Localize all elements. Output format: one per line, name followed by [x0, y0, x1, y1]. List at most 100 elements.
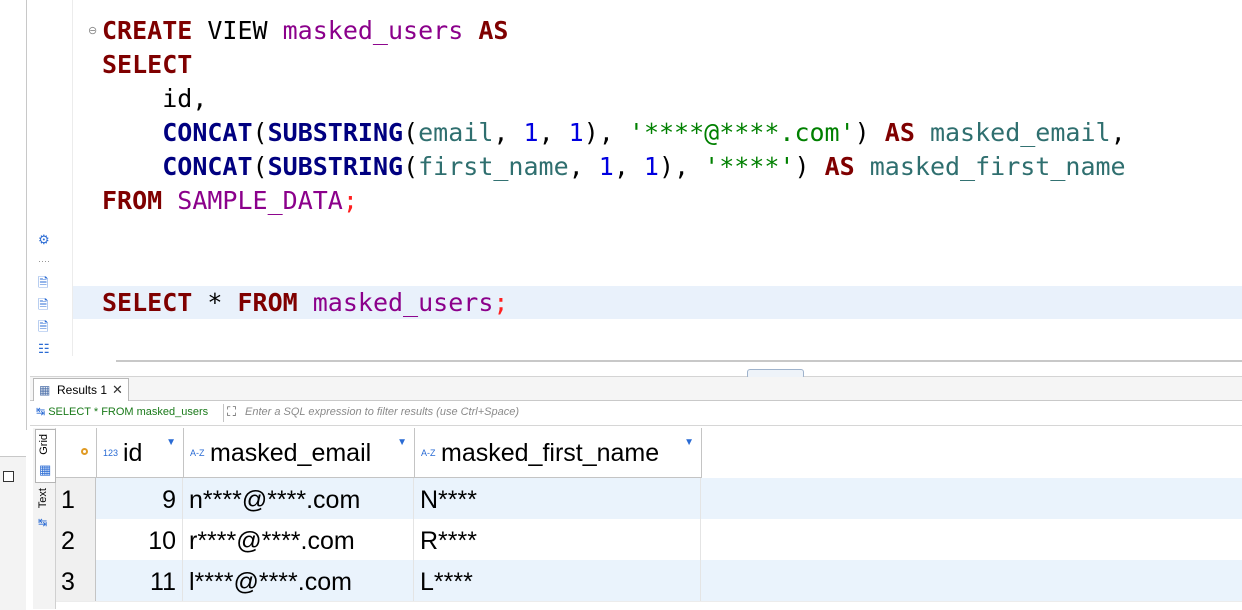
code-token: ,	[1110, 118, 1126, 147]
code-token: )	[854, 118, 885, 147]
code-token: 1	[643, 152, 659, 181]
code-token: ;	[493, 288, 509, 317]
execute-script-icon[interactable]: 🗎	[38, 298, 48, 312]
code-token: (	[403, 152, 419, 181]
code-token: ),	[583, 118, 629, 147]
table-row[interactable]: 3 11 l****@****.com L****	[56, 560, 1242, 601]
code-token: ),	[658, 152, 705, 181]
table-row[interactable]: 1 9 n****@****.com N****	[56, 478, 1242, 519]
table-grid-icon: ▦	[39, 383, 51, 397]
code-token: masked_users	[312, 288, 494, 317]
code-token: FROM	[237, 288, 298, 317]
code-token: CREATE	[102, 16, 193, 45]
cell-masked-first-name[interactable]: L****	[415, 560, 701, 601]
code-line[interactable]: CREATE VIEW masked_users AS	[102, 14, 508, 48]
table-row[interactable]: 2 10 r****@****.com R****	[56, 519, 1242, 560]
sort-dropdown-icon[interactable]: ▼	[397, 418, 407, 468]
code-line[interactable]: id,	[102, 82, 207, 116]
column-header-masked-first-name[interactable]: A-Z masked_first_name ▼	[415, 428, 702, 478]
code-token: id,	[102, 84, 208, 113]
code-token: first_name	[418, 152, 569, 181]
code-token: email	[418, 118, 494, 147]
code-token: (	[252, 118, 268, 147]
outline-icon[interactable]: ☷	[38, 342, 50, 356]
code-token: (	[403, 118, 419, 147]
code-token: AS	[824, 152, 855, 181]
tab-results-label: Results 1	[57, 383, 108, 397]
cell-id[interactable]: 9	[97, 478, 183, 519]
cell-masked-email[interactable]: r****@****.com	[184, 519, 414, 560]
code-line[interactable]: CONCAT(SUBSTRING(email, 1, 1), '****@***…	[102, 116, 1126, 150]
code-token: ,	[493, 118, 524, 147]
code-token: SUBSTRING	[267, 118, 404, 147]
tab-text[interactable]: Text ↹	[35, 486, 54, 534]
fold-collapse-icon[interactable]: ⊖	[88, 24, 97, 37]
grid-corner-header[interactable]	[56, 428, 97, 478]
numeric-type-icon: 123	[103, 448, 119, 458]
code-token: VIEW	[192, 16, 283, 45]
tab-grid-label: Grid	[38, 434, 50, 455]
close-tab-icon[interactable]: ✕	[112, 379, 123, 401]
code-token: 1	[523, 118, 539, 147]
code-token: ,	[538, 118, 569, 147]
code-line[interactable]: FROM SAMPLE_DATA;	[102, 184, 358, 218]
code-token: ,	[613, 152, 644, 181]
settings-gear-icon[interactable]: ⚙	[38, 233, 50, 247]
code-token: AS	[478, 16, 509, 45]
cell-masked-email[interactable]: l****@****.com	[184, 560, 414, 601]
select-all-icon	[81, 448, 88, 455]
cell-id[interactable]: 10	[97, 519, 183, 560]
cell-masked-first-name[interactable]: R****	[415, 519, 701, 560]
filter-expand-icon[interactable]: ⛶	[227, 404, 236, 420]
text-type-icon: A-Z	[421, 448, 436, 458]
row-number[interactable]: 1	[56, 478, 96, 519]
row-number[interactable]: 2	[56, 519, 96, 560]
code-token: 1	[568, 118, 584, 147]
tab-text-label: Text	[37, 488, 49, 509]
code-token: masked_users	[282, 16, 464, 45]
filter-divider	[223, 404, 224, 422]
row-divider	[56, 601, 1242, 602]
tab-grid[interactable]: Grid ▦	[35, 429, 56, 483]
active-query-label[interactable]: ↹ SELECT * FROM masked_users	[36, 405, 208, 418]
row-number[interactable]: 3	[56, 560, 96, 601]
code-token: SUBSTRING	[267, 152, 404, 181]
column-header-label: masked_email	[210, 439, 372, 467]
code-token: CONCAT	[162, 118, 253, 147]
sort-dropdown-icon[interactable]: ▼	[684, 418, 694, 468]
column-header-masked-email[interactable]: A-Z masked_email ▼	[184, 428, 415, 478]
code-token: FROM	[102, 186, 163, 215]
execute-statement-icon[interactable]: 🗎	[38, 276, 48, 290]
more-dots-icon[interactable]: ····	[38, 254, 50, 268]
code-token: masked_email	[929, 118, 1111, 147]
explain-plan-icon[interactable]: 🗎	[38, 320, 48, 334]
filter-input[interactable]: Enter a SQL expression to filter results…	[245, 406, 519, 418]
code-line[interactable]: SELECT	[102, 48, 192, 82]
cell-id[interactable]: 11	[97, 560, 183, 601]
code-line[interactable]: SELECT * FROM masked_users;	[102, 286, 508, 320]
cell-masked-email[interactable]: n****@****.com	[184, 478, 414, 519]
editor-results-splitter[interactable]	[116, 360, 1242, 362]
column-header-id[interactable]: 123 id ▼	[97, 428, 184, 478]
text-type-icon: A-Z	[190, 448, 205, 458]
restore-window-icon[interactable]	[3, 471, 14, 482]
code-token: (	[252, 152, 268, 181]
text-icon: ↹	[38, 517, 48, 529]
code-token: '****@****.com'	[628, 118, 855, 147]
code-token: '****'	[704, 152, 795, 181]
code-line[interactable]: CONCAT(SUBSTRING(first_name, 1, 1), '***…	[102, 150, 1126, 184]
code-token: *	[192, 288, 238, 317]
code-token: masked_first_name	[869, 152, 1126, 181]
sort-dropdown-icon[interactable]: ▼	[166, 418, 176, 468]
tab-results-1[interactable]: ▦ Results 1 ✕	[33, 378, 129, 401]
query-text: SELECT * FROM masked_users	[48, 406, 209, 418]
cell-masked-first-name[interactable]: N****	[415, 478, 701, 519]
editor-gutter	[27, 0, 73, 356]
code-token: ;	[342, 186, 358, 215]
